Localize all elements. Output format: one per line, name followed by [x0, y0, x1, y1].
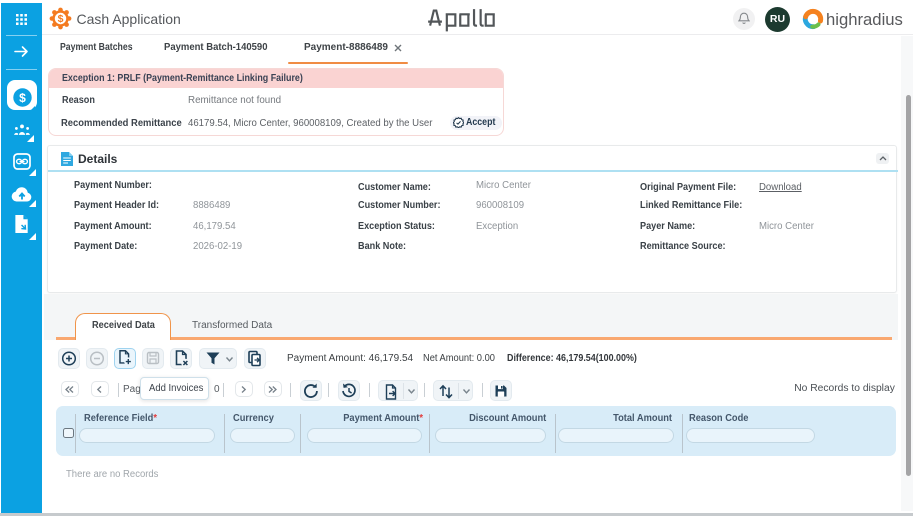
svg-text:$: $ — [19, 91, 26, 105]
svg-text:$: $ — [58, 13, 64, 25]
